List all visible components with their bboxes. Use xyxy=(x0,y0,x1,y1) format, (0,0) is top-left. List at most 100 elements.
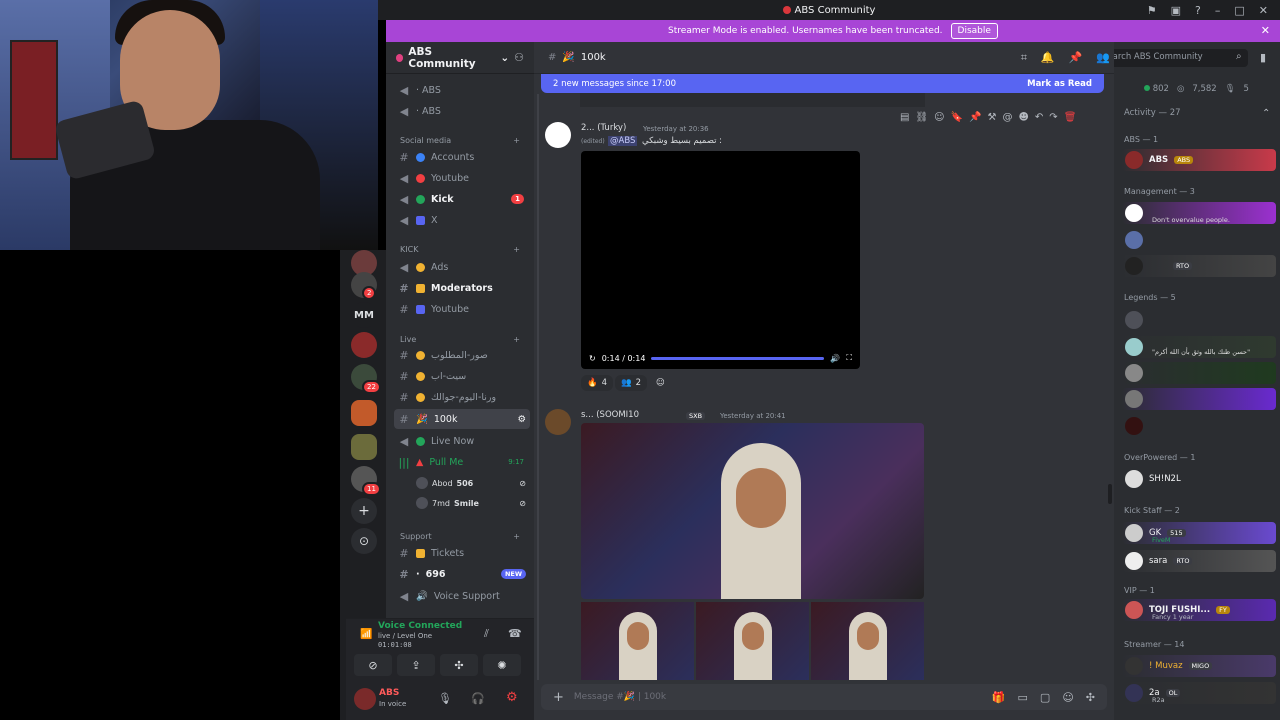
screen-share-button[interactable]: ⇪ xyxy=(397,654,435,676)
channel-accounts[interactable]: # Accounts xyxy=(394,147,530,167)
member[interactable]: TOJI FUSHI... FY Fancy 1 year xyxy=(1122,599,1276,621)
soundboard-button[interactable]: ✺ xyxy=(483,654,521,676)
server-icon[interactable] xyxy=(351,332,377,358)
mention[interactable]: @ABS xyxy=(608,136,638,146)
help-icon[interactable]: ? xyxy=(1195,4,1201,17)
add-reaction-button[interactable]: ☺ xyxy=(650,375,671,391)
channel-abs[interactable]: ◀ · ABS xyxy=(394,80,530,100)
explore-icon[interactable]: ⊙ xyxy=(351,528,377,554)
volume-icon[interactable]: 🔊 xyxy=(830,354,840,363)
pin-icon[interactable]: 📌 xyxy=(969,112,981,123)
members-icon[interactable]: 👥 xyxy=(1096,51,1110,65)
add-channel-icon[interactable]: + xyxy=(513,245,520,254)
member[interactable]: sara RTO xyxy=(1122,550,1276,572)
video-player[interactable]: ↻ 0:14 / 0:14 🔊 ⛶ xyxy=(581,151,860,369)
forward-icon[interactable]: ↷ xyxy=(1049,112,1057,123)
message-author[interactable]: 2... (Turky) xyxy=(581,123,626,133)
voice-channel-pull-me[interactable]: ||| ▲ Pull Me 9:17 xyxy=(394,452,530,472)
channel-youtube-kick[interactable]: # Youtube xyxy=(394,299,530,319)
screen-icon[interactable]: ▣ xyxy=(1171,4,1181,17)
fullscreen-icon[interactable]: ⛶ xyxy=(846,353,852,363)
maximize-icon[interactable]: □ xyxy=(1234,4,1244,17)
member[interactable] xyxy=(1122,415,1276,437)
channel-moderators[interactable]: # Moderators xyxy=(394,278,530,298)
invite-icon[interactable]: ⚇ xyxy=(514,51,524,64)
avatar[interactable] xyxy=(545,409,571,435)
add-channel-icon[interactable]: + xyxy=(513,136,520,145)
search-input[interactable]: Search ABS Community xyxy=(1114,49,1248,67)
mark-as-read-button[interactable]: Mark as Read xyxy=(1027,79,1092,89)
category-social[interactable]: Social media + xyxy=(400,133,520,147)
emoji-icon[interactable]: ☺ xyxy=(1062,691,1073,704)
camera-button[interactable]: ⊘ xyxy=(354,654,392,676)
channel-photos[interactable]: # صور-المطلوب xyxy=(394,345,530,365)
member[interactable] xyxy=(1122,388,1276,410)
pin-icon[interactable]: 📌 xyxy=(1069,51,1083,65)
member[interactable] xyxy=(1122,229,1276,251)
channel-youtube[interactable]: ◀ Youtube xyxy=(394,168,530,188)
channel-x[interactable]: ◀ X xyxy=(394,210,530,230)
reaction[interactable]: 👥 2 xyxy=(615,375,648,391)
reply-icon[interactable]: ↶ xyxy=(1035,112,1043,123)
member[interactable]: Don't overvalue people. xyxy=(1122,202,1276,224)
channel-tickets[interactable]: # Tickets xyxy=(394,543,530,563)
add-server-icon[interactable]: + xyxy=(351,498,377,524)
channel-abs[interactable]: ◀ · ABS xyxy=(394,101,530,121)
search-icon[interactable]: ⌕ xyxy=(1236,51,1242,62)
voice-user[interactable]: 7md Smile ⊘ xyxy=(416,494,526,512)
chevron-up-icon[interactable]: ⌃ xyxy=(1262,108,1270,119)
image-attachment[interactable] xyxy=(696,602,809,680)
category-support[interactable]: Support + xyxy=(400,529,520,543)
close-banner-icon[interactable]: ✕ xyxy=(1261,24,1270,37)
category-live[interactable]: Live + xyxy=(400,332,520,346)
activities-button[interactable]: ✣ xyxy=(440,654,478,676)
hammer-icon[interactable]: ⚒ xyxy=(988,112,997,123)
reaction-icon[interactable]: ☻ xyxy=(1018,112,1028,123)
add-attachment-icon[interactable]: + xyxy=(553,690,564,705)
new-messages-bar[interactable]: 2 new messages since 17:00 Mark as Read xyxy=(541,74,1104,93)
channel-100k[interactable]: # 🎉 100k ⚙ xyxy=(394,409,530,429)
app-icon[interactable]: ▤ xyxy=(900,112,909,123)
minimize-icon[interactable]: – xyxy=(1215,4,1221,17)
server-header[interactable]: ABS Community ⌄ ⚇ xyxy=(386,42,534,74)
disable-button[interactable]: Disable xyxy=(950,23,998,39)
channel-voice-support[interactable]: ◀ 🔊 Voice Support xyxy=(394,586,530,606)
message-author[interactable]: s... (SOOMI10 xyxy=(581,410,639,420)
microphone-icon[interactable]: 🎙 xyxy=(438,692,452,705)
scrollbar[interactable] xyxy=(1108,484,1112,504)
apps-icon[interactable]: ✣ xyxy=(1086,691,1095,704)
member[interactable]: RTO xyxy=(1122,255,1276,277)
channel-phone[interactable]: # ورنا-اليوم-جوالك xyxy=(394,387,530,407)
message-input[interactable]: Message #🎉 | 100k xyxy=(574,692,666,702)
member[interactable]: SH!N2L xyxy=(1122,468,1276,490)
image-attachment[interactable] xyxy=(581,423,924,599)
category-kick[interactable]: KICK + xyxy=(400,242,520,256)
replay-icon[interactable]: ↻ xyxy=(589,354,596,363)
member[interactable]: GK 515 FiveM xyxy=(1122,522,1276,544)
image-attachment[interactable] xyxy=(811,602,924,680)
channel-live-now[interactable]: ◀ Live Now xyxy=(394,431,530,451)
channel-kick[interactable]: ◀ Kick 1 xyxy=(394,189,530,209)
member[interactable] xyxy=(1122,309,1276,331)
mention-icon[interactable]: @ xyxy=(1002,112,1012,123)
member-abs[interactable]: ABS ABS xyxy=(1122,149,1276,171)
image-attachment[interactable] xyxy=(581,602,694,680)
gift-icon[interactable]: 🎁 xyxy=(992,691,1006,704)
inbox-icon[interactable]: ⚑ xyxy=(1147,4,1157,17)
user-settings-icon[interactable]: ⚙ xyxy=(506,690,518,705)
inbox-icon[interactable]: ▮ xyxy=(1260,51,1266,64)
voice-channel-label[interactable]: live / Level One xyxy=(378,632,432,640)
delete-icon[interactable]: 🗑 xyxy=(1064,112,1077,123)
voice-user[interactable]: Abod 506 ⊘ xyxy=(416,474,526,492)
member[interactable] xyxy=(1122,362,1276,384)
bookmark-icon[interactable]: 🔖 xyxy=(951,112,963,123)
headphones-icon[interactable]: 🎧 xyxy=(471,692,485,705)
close-window-icon[interactable]: ✕ xyxy=(1259,4,1268,17)
activity-header[interactable]: Activity — 27 xyxy=(1124,108,1181,118)
bell-icon[interactable]: 🔔 xyxy=(1041,51,1055,65)
server-folder[interactable] xyxy=(351,434,377,460)
emoji-icon[interactable]: ☺ xyxy=(934,112,944,123)
reaction[interactable]: 🔥 4 xyxy=(581,375,614,391)
channel-ads[interactable]: ◀ Ads xyxy=(394,257,530,277)
add-channel-icon[interactable]: + xyxy=(513,532,520,541)
